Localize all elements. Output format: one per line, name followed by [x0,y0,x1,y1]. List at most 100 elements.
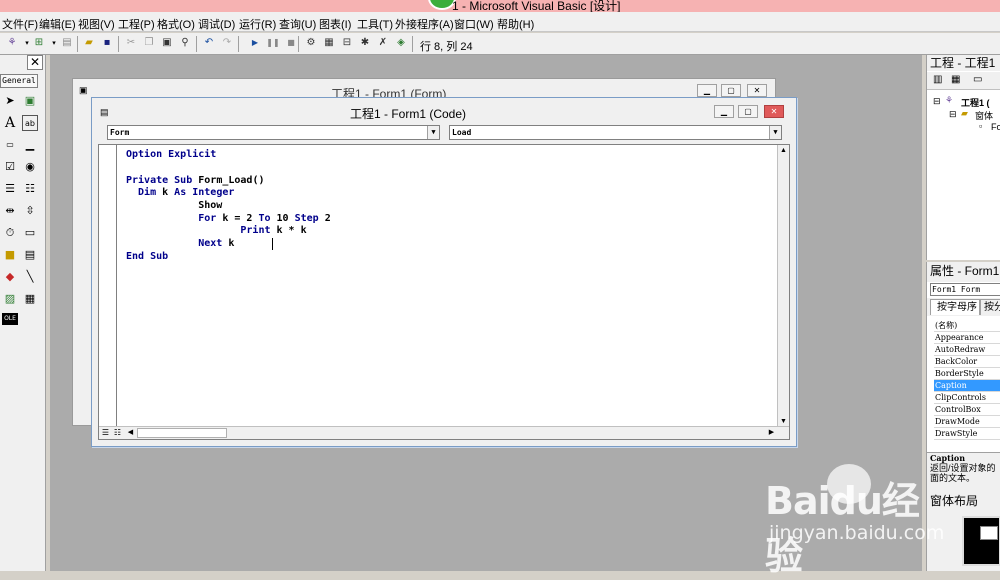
view-code-icon[interactable]: ▥ [933,74,942,85]
listbox-icon[interactable]: ☷ [22,181,38,197]
property-row[interactable]: Caption [934,380,1000,392]
scroll-up-icon[interactable]: ▲ [778,145,789,156]
toolbox-close-button[interactable]: ✕ [27,55,43,70]
property-row[interactable]: (名称) [934,320,1000,332]
property-row[interactable]: DrawMode [934,416,1000,428]
vscrollbar-icon[interactable]: ⇳ [22,203,38,219]
view-object-icon[interactable]: ▦ [951,74,960,85]
property-row[interactable]: Appearance [934,332,1000,344]
data-view-icon[interactable]: ◈ [394,36,408,50]
menu-format[interactable]: 格式(O) [157,16,195,32]
code-line[interactable]: Next k [126,238,234,250]
drivelistbox-icon[interactable]: ▭ [22,225,38,241]
menu-project[interactable]: 工程(P) [118,16,155,32]
ole-icon[interactable]: OLE [2,313,18,325]
data-control-icon[interactable]: ▦ [22,291,38,307]
label-icon[interactable]: A [2,115,18,131]
procedure-combo[interactable]: Load ▼ [449,125,782,140]
property-row[interactable]: AutoRedraw [934,344,1000,356]
object-selector[interactable]: Form1 Form [930,283,1000,296]
shape-icon[interactable]: ◆ [2,269,18,285]
timer-icon[interactable]: ⏱ [2,225,18,241]
property-row[interactable]: DrawStyle [934,428,1000,440]
close-button[interactable]: ✕ [747,84,767,97]
code-line[interactable]: Private Sub Form_Load() [126,175,264,187]
start-icon[interactable]: ▶ [248,36,262,50]
code-line[interactable]: End Sub [126,251,168,263]
code-line[interactable]: Print k * k [126,225,306,237]
commandbutton-icon[interactable]: ▁ [22,137,38,153]
menu-file[interactable]: 文件(F) [2,16,38,32]
open-icon[interactable]: ▰ [82,36,96,50]
tree-item-forms[interactable]: 窗体 [975,109,993,122]
hscrollbar-icon[interactable]: ⇹ [2,203,18,219]
code-line[interactable]: For k = 2 To 10 Step 2 [126,213,331,225]
horizontal-scrollbar[interactable]: ☰ ☷ ◀ ▶ [99,426,789,439]
form-layout-icon[interactable]: ⊟ [340,36,354,50]
frame-icon[interactable]: ▭ [2,137,18,153]
scroll-right-icon[interactable]: ▶ [766,427,777,438]
code-line[interactable]: Dim k As Integer [126,187,234,199]
picturebox-icon[interactable]: ▣ [22,93,38,109]
menu-view[interactable]: 视图(V) [78,16,115,32]
menu-query[interactable]: 查询(U) [279,16,316,32]
menu-run[interactable]: 运行(R) [239,16,276,32]
redo-icon[interactable]: ↷ [220,36,234,50]
code-line[interactable]: Show [126,200,222,212]
code-editor[interactable]: Option Explicit Private Sub Form_Load() D… [98,144,790,440]
paste-icon[interactable]: ▣ [160,36,174,50]
code-line[interactable]: Option Explicit [126,149,216,161]
full-module-view-icon[interactable]: ☷ [112,427,123,438]
save-icon[interactable]: ▪ [100,36,114,50]
vertical-scrollbar[interactable]: ▲ ▼ [777,145,789,427]
textbox-icon[interactable]: ab [22,115,38,131]
combobox-icon[interactable]: ☰ [2,181,18,197]
toolbox-tab-general[interactable]: General [0,74,38,88]
find-icon[interactable]: ⚲ [178,36,192,50]
chevron-down-icon[interactable]: ▼ [427,126,439,139]
menu-help[interactable]: 帮助(H) [497,16,534,32]
menu-tools[interactable]: 工具(T) [357,16,393,32]
property-row[interactable]: BackColor [934,356,1000,368]
property-row[interactable]: ClipControls [934,392,1000,404]
toggle-folders-icon[interactable]: ▭ [973,74,982,85]
code-minimize-button[interactable]: ▁ [714,105,734,118]
copy-icon[interactable]: ❐ [142,36,156,50]
tab-categorized[interactable]: 按分 [980,299,1000,315]
dirlistbox-icon[interactable]: ■ [2,247,18,263]
procedure-view-icon[interactable]: ☰ [100,427,111,438]
pointer-icon[interactable]: ➤ [2,93,18,109]
dropdown-arrow-icon[interactable]: ▾ [47,36,61,50]
filelistbox-icon[interactable]: ▤ [22,247,38,263]
menu-debug[interactable]: 调试(D) [198,16,235,32]
scroll-thumb[interactable] [137,428,227,438]
end-icon[interactable]: ■ [284,36,298,50]
tree-item-form1[interactable]: Fo [991,122,1000,132]
tab-alphabetic[interactable]: 按字母序 [930,299,980,315]
layout-form-preview[interactable] [980,526,998,540]
property-row[interactable]: BorderStyle [934,368,1000,380]
scroll-left-icon[interactable]: ◀ [125,427,136,438]
code-maximize-button[interactable]: ▢ [738,105,758,118]
tree-expand-icon[interactable]: ⊟ [933,96,941,107]
code-close-button[interactable]: ✕ [764,105,784,118]
object-browser-icon[interactable]: ✱ [358,36,372,50]
cut-icon[interactable]: ✂ [124,36,138,50]
optionbutton-icon[interactable]: ◉ [22,159,38,175]
properties-window-icon[interactable]: ▦ [322,36,336,50]
object-combo[interactable]: Form ▼ [107,125,440,140]
code-window[interactable]: ▤ 工程1 - Form1 (Code) ▁ ▢ ✕ Form ▼ Load ▼… [91,97,797,447]
project-explorer-icon[interactable]: ⚙ [304,36,318,50]
menu-editor-icon[interactable]: ▤ [60,36,74,50]
image-icon[interactable]: ▨ [2,291,18,307]
property-row[interactable]: ControlBox [934,404,1000,416]
checkbox-icon[interactable]: ☑ [2,159,18,175]
menu-addins[interactable]: 外接程序(A) [395,16,454,32]
tree-expand-icon[interactable]: ⊟ [949,109,957,120]
minimize-button[interactable]: ▁ [697,84,717,97]
toolbox-icon[interactable]: ✗ [376,36,390,50]
undo-icon[interactable]: ↶ [202,36,216,50]
break-icon[interactable]: ❚❚ [266,36,280,50]
maximize-button[interactable]: ▢ [721,84,741,97]
menu-diagram[interactable]: 图表(I) [319,16,351,32]
